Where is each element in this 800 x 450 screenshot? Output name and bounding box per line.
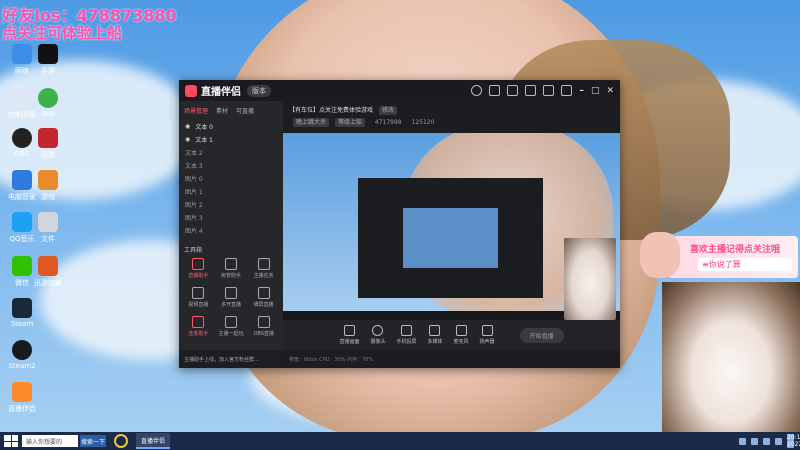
avatar-icon[interactable] (471, 85, 483, 96)
desktop-icon[interactable]: Steam2 (2, 340, 42, 370)
webcam-feed (662, 282, 800, 432)
list-item[interactable]: ◉ 文本 1 (179, 133, 283, 146)
list-item[interactable]: 文本 3 (179, 159, 283, 172)
menu-icon[interactable] (561, 85, 573, 96)
app-logo-icon (185, 84, 197, 97)
gift-icon[interactable] (507, 85, 519, 96)
tab-assets[interactable]: 素材 (216, 106, 228, 115)
tab-live[interactable]: 可直播 (236, 106, 254, 115)
edit-title-button[interactable]: 修改 (378, 106, 397, 115)
eye-icon[interactable]: ◉ (185, 136, 190, 143)
toolbox-grid: 直播助手 房管助手 主播任务 视频直播 多开直播 横屏直播 连麦助手 主播一起玩… (179, 258, 283, 337)
tool-button[interactable]: 连麦助手 (182, 316, 215, 337)
room-sub: 晚上跳大杀 等级上船 4717998 125120 (289, 117, 614, 127)
list-item[interactable]: ◉ 文本 0 (179, 120, 283, 133)
list-item[interactable]: 图片 2 (179, 198, 283, 211)
eye-icon[interactable]: ◉ (185, 123, 190, 130)
cortana-icon[interactable] (114, 434, 128, 448)
clock[interactable]: 20:13:432022/7/4 (787, 434, 800, 448)
screen-capture-button[interactable]: 直播画面 (339, 325, 359, 345)
system-tray: 20:13:432022/7/4 (739, 434, 800, 448)
phone-cast-button[interactable]: 手机投屏 (396, 325, 416, 345)
follow-banner: 喜欢主播记得点关注哦 ≡你说了算 (640, 232, 798, 278)
skin-icon[interactable] (543, 85, 555, 96)
tag-pill[interactable]: 等级上船 (334, 118, 365, 127)
status-bar: 带宽：0kb/s CPU：30% 内存：70% (283, 350, 620, 368)
tool-button[interactable]: 房管助手 (215, 258, 248, 279)
left-panel: 场景管理 素材 可直播 ◉ 文本 0 ◉ 文本 1 文本 2 文本 3 图片 0 图… (179, 101, 283, 368)
volume-icon[interactable] (775, 437, 782, 445)
search-input[interactable]: 输入你想要的 (22, 435, 78, 447)
tool-button[interactable]: 主播一起玩 (215, 316, 248, 337)
desktop-icon[interactable]: 直播伴侣 (2, 382, 42, 414)
left-tabs: 场景管理 素材 可直播 (179, 101, 283, 120)
camera-button[interactable]: 摄像头 (370, 325, 385, 345)
tool-button[interactable]: 直播助手 (182, 258, 215, 279)
main-area: 【有车位】点关注免费体验游戏 修改 晚上跳大杀 等级上船 4717998 125… (283, 101, 620, 368)
settings-icon[interactable] (525, 85, 537, 96)
stat-value: 125120 (411, 119, 435, 126)
live-companion-window: 直播伴侣 版本 – □ ✕ 场景管理 素材 可直播 ◉ 文本 0 ◉ 文本 1 文本… (179, 80, 620, 368)
window-titlebar: 直播伴侣 版本 – □ ✕ (179, 80, 620, 101)
tool-button[interactable]: OBS直播 (247, 316, 280, 337)
start-icon[interactable] (4, 435, 18, 447)
desktop-icon[interactable]: 手游 (28, 44, 68, 76)
list-item[interactable]: 图片 4 (179, 224, 283, 237)
tool-button[interactable]: 视频直播 (182, 287, 215, 308)
minimize-button[interactable]: – (579, 86, 584, 96)
list-item[interactable]: 图片 1 (179, 185, 283, 198)
chibi-avatar (640, 232, 680, 278)
tag-pill[interactable]: 晚上跳大杀 (293, 118, 330, 127)
inner-webcam-preview (564, 238, 616, 320)
stat-value: 4717998 (374, 119, 402, 126)
tool-button[interactable]: 横屏直播 (247, 287, 280, 308)
start-live-button[interactable]: 开始直播 (519, 327, 564, 343)
follow-overlay: 点关注可体验上船 (2, 24, 123, 42)
tab-scenes[interactable]: 场景管理 (184, 106, 208, 115)
tool-button[interactable]: 多开直播 (215, 287, 248, 308)
desktop-icon[interactable]: 游戏 (28, 170, 68, 202)
media-button[interactable]: 多媒体 (427, 325, 443, 345)
scene-list: ◉ 文本 0 ◉ 文本 1 文本 2 文本 3 图片 0 图片 1 图片 2 图片 … (179, 120, 283, 237)
close-button[interactable]: ✕ (606, 86, 614, 96)
toolbox-title: 工具箱 (184, 247, 203, 254)
desktop-icon[interactable]: 迅游加速 (28, 256, 68, 288)
desktop-icon[interactable]: 文件 (28, 212, 68, 244)
desktop-icon[interactable]: 迅游 (28, 128, 68, 160)
list-item[interactable]: 图片 0 (179, 172, 283, 185)
app-brand: 直播伴侣 (185, 83, 241, 98)
titlebar-icons: – □ ✕ (471, 85, 614, 96)
search-button[interactable]: 搜索一下 (80, 435, 106, 447)
taskbar-app-item[interactable]: 直播伴侣 (136, 433, 171, 449)
notice-bar[interactable]: 主播助手上线，加入官方粉丝群… (179, 350, 283, 368)
list-item[interactable]: 文本 2 (179, 146, 283, 159)
room-info-bar: 【有车位】点关注免费体验游戏 修改 晚上跳大杀 等级上船 4717998 125… (283, 101, 620, 133)
taskbar: 输入你想要的 搜索一下 直播伴侣 20:13:432022/7/4 (0, 432, 800, 450)
maximize-button[interactable]: □ (591, 86, 600, 96)
tool-button[interactable]: 主播任务 (247, 258, 280, 279)
room-title: 【有车位】点关注免费体验游戏 (289, 107, 374, 114)
tray-icon[interactable] (739, 437, 746, 445)
desktop-icon[interactable]: Steam (2, 298, 42, 328)
tray-icon[interactable] (751, 437, 758, 445)
banner-chat-text: ≡你说了算 (698, 258, 792, 271)
desktop-icon[interactable]: 360 (28, 88, 68, 118)
banner-text: 喜欢主播记得点关注哦 (690, 245, 781, 255)
network-icon[interactable] (763, 437, 770, 445)
speaker-button[interactable]: 扬声器 (480, 325, 495, 345)
microphone-button[interactable]: 麦克风 (454, 325, 469, 345)
version-pill[interactable]: 版本 (247, 84, 271, 97)
message-icon[interactable] (489, 85, 501, 96)
source-toolbar: 直播画面 摄像头 手机投屏 多媒体 麦克风 扬声器 开始直播 (283, 320, 620, 350)
app-name: 直播伴侣 (201, 87, 241, 98)
list-item[interactable]: 图片 3 (179, 211, 283, 224)
nested-preview-2 (403, 208, 498, 268)
